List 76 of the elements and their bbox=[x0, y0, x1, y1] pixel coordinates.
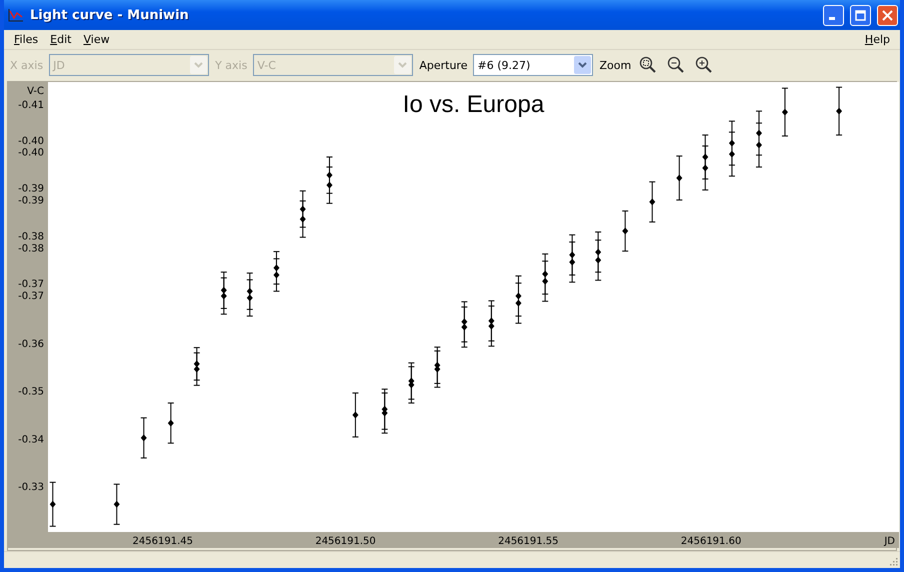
menu-item[interactable]: Edit bbox=[44, 33, 78, 46]
light-curve-app-icon bbox=[8, 8, 24, 22]
point bbox=[782, 108, 788, 116]
data-point-with-error-bar bbox=[836, 86, 843, 136]
point bbox=[140, 434, 147, 442]
point bbox=[542, 278, 548, 285]
point bbox=[595, 256, 602, 264]
point bbox=[352, 411, 358, 418]
field-label: Aperture bbox=[419, 58, 468, 72]
point bbox=[649, 198, 656, 206]
y-tick-label: -0.38 bbox=[18, 243, 44, 254]
point bbox=[114, 500, 120, 508]
menu-item[interactable]: View bbox=[77, 33, 116, 46]
data-point-with-error-bar bbox=[648, 181, 656, 222]
y-tick-label: -0.39 bbox=[18, 184, 44, 195]
zoom-label: Zoom bbox=[599, 58, 632, 72]
point bbox=[756, 142, 762, 149]
data-point-with-error-bar bbox=[167, 402, 174, 444]
point bbox=[326, 182, 332, 189]
point bbox=[702, 164, 708, 172]
caret-icon bbox=[194, 62, 204, 68]
maximize-icon bbox=[855, 10, 866, 20]
caret-icon bbox=[578, 62, 588, 68]
point bbox=[728, 150, 735, 158]
point bbox=[168, 420, 174, 427]
point bbox=[676, 174, 682, 182]
x-tick-label: 2456191.50 bbox=[315, 536, 376, 547]
data-point-with-error-bar bbox=[622, 210, 629, 252]
y-tick-label: -0.37 bbox=[18, 291, 44, 302]
x-tick-label: 2456191.60 bbox=[680, 536, 742, 547]
y-tick-label: -0.40 bbox=[18, 148, 44, 159]
point bbox=[622, 228, 628, 235]
point bbox=[515, 300, 522, 307]
point bbox=[273, 271, 280, 278]
y-tick-label: -0.33 bbox=[18, 482, 44, 494]
data-point-with-error-bar bbox=[49, 482, 56, 527]
field-label: Y axis bbox=[215, 58, 248, 72]
data-point-with-error-bar bbox=[352, 392, 359, 438]
point bbox=[220, 292, 227, 300]
point bbox=[569, 258, 576, 266]
resize-grip-icon bbox=[888, 556, 898, 566]
y-tick-label: -0.35 bbox=[18, 386, 44, 398]
y-tick-label: -0.34 bbox=[18, 434, 44, 446]
point bbox=[194, 366, 200, 373]
x-tick-label: 2456191.55 bbox=[498, 536, 559, 547]
point bbox=[461, 324, 468, 331]
chart-title: Io vs. Europa bbox=[402, 91, 544, 118]
point bbox=[488, 322, 494, 330]
menu-item[interactable]: Files bbox=[8, 33, 44, 46]
y-tick-label: -0.37 bbox=[18, 279, 44, 290]
close-icon bbox=[882, 10, 893, 20]
data-point-with-error-bar bbox=[781, 88, 788, 136]
dropdown-field[interactable]: #6 (9.27) bbox=[473, 54, 594, 76]
data-point-with-error-bar bbox=[676, 156, 683, 200]
y-axis-label: V-C bbox=[27, 86, 44, 97]
y-tick-label: -0.41 bbox=[18, 100, 44, 111]
x-axis-label: JD bbox=[884, 536, 895, 547]
minimize-icon bbox=[829, 16, 835, 20]
point bbox=[50, 500, 56, 508]
field-label: X axis bbox=[10, 58, 44, 72]
data-point-with-error-bar bbox=[113, 484, 120, 525]
point bbox=[246, 294, 253, 302]
caret-icon bbox=[398, 62, 408, 68]
data-point-with-error-bar bbox=[140, 417, 148, 458]
y-tick-label: -0.36 bbox=[18, 338, 44, 350]
point bbox=[836, 108, 842, 115]
window-title: Light curve - Muniwin bbox=[30, 8, 190, 22]
y-tick-label: -0.39 bbox=[18, 196, 44, 207]
point bbox=[300, 216, 306, 223]
x-tick-label: 2456191.45 bbox=[132, 536, 193, 547]
y-tick-label: -0.38 bbox=[18, 231, 44, 242]
close-button[interactable] bbox=[877, 4, 898, 26]
menu-item[interactable]: Help bbox=[858, 33, 896, 46]
y-tick-label: -0.40 bbox=[18, 136, 44, 147]
minimize-button[interactable] bbox=[823, 4, 844, 26]
maximize-button[interactable] bbox=[850, 4, 871, 26]
